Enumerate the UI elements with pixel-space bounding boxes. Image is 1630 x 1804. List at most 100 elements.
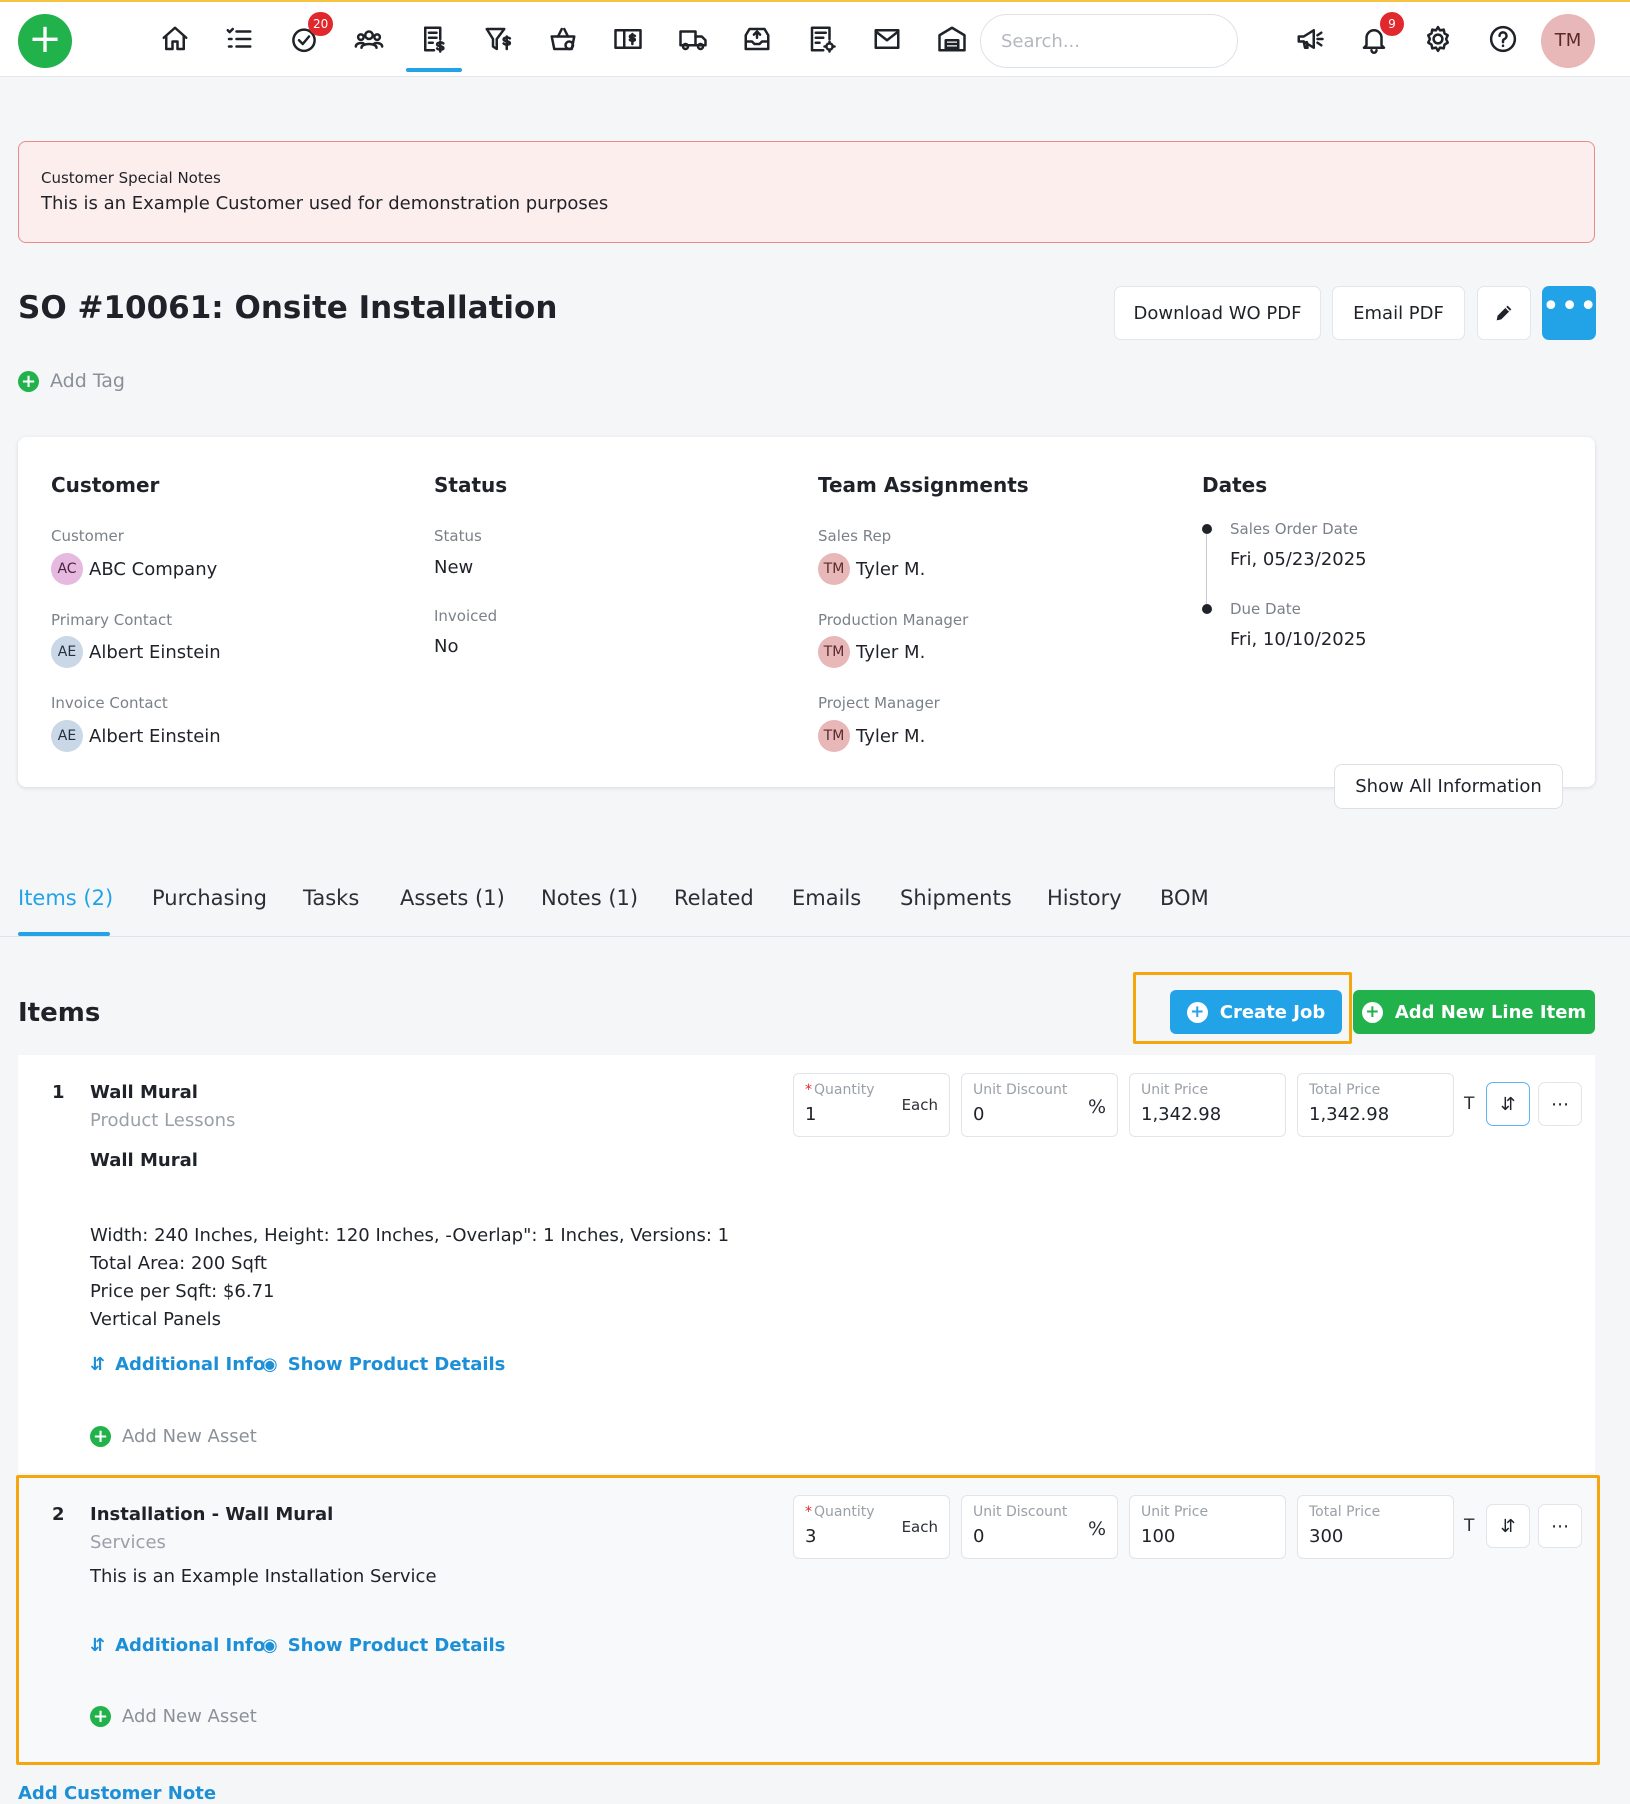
production-manager-name: Tyler M. <box>856 641 926 663</box>
add-tag-button[interactable]: + Add Tag <box>18 370 125 392</box>
sales-order-date-label: Sales Order Date <box>1230 520 1358 538</box>
plus-circle-icon: + <box>90 1426 111 1447</box>
create-job-button[interactable]: + Create Job <box>1170 990 1342 1034</box>
invoice-contact-name: Albert Einstein <box>89 725 221 747</box>
add-new-line-item-button[interactable]: + Add New Line Item <box>1353 990 1595 1034</box>
line-item-card: 1 Wall Mural Product Lessons Wall Mural … <box>18 1055 1595 1473</box>
page-title: SO #10061: Onsite Installation <box>18 290 558 326</box>
production-manager-label: Production Manager <box>818 611 969 629</box>
show-all-information-button[interactable]: Show All Information <box>1334 764 1563 809</box>
tab-history[interactable]: History <box>1047 886 1122 910</box>
add-new-asset-label: Add New Asset <box>122 1426 257 1447</box>
inbox-icon[interactable] <box>740 22 774 56</box>
item-name[interactable]: Wall Mural <box>90 1082 198 1103</box>
funnel-dollar-icon[interactable] <box>481 22 515 56</box>
additional-info-label: Additional Info <box>115 1354 266 1375</box>
tab-notes[interactable]: Notes (1) <box>541 886 638 910</box>
gear-icon[interactable] <box>1421 22 1455 56</box>
catalog-icon[interactable] <box>611 22 645 56</box>
required-marker: * <box>805 1082 812 1098</box>
plus-icon[interactable]: + <box>18 14 72 68</box>
primary-contact-name: Albert Einstein <box>89 641 221 663</box>
avatar: TM <box>818 636 850 668</box>
notes-text: This is an Example Customer used for dem… <box>41 193 609 214</box>
active-tab-indicator <box>18 932 110 936</box>
sales-rep-value[interactable]: TM Tyler M. <box>818 553 925 585</box>
basket-icon[interactable] <box>546 22 580 56</box>
customer-label: Customer <box>51 527 124 545</box>
quantity-field[interactable]: * Quantity 1 Each <box>793 1073 950 1137</box>
tab-related[interactable]: Related <box>674 886 754 910</box>
invoice-contact-label: Invoice Contact <box>51 694 168 712</box>
quantity-unit: Each <box>901 1096 938 1114</box>
help-icon[interactable] <box>1486 22 1520 56</box>
unit-discount-value: 0 <box>973 1104 985 1125</box>
timeline-dot <box>1202 604 1212 614</box>
project-manager-name: Tyler M. <box>856 725 926 747</box>
tasks-badge: 20 <box>308 12 334 36</box>
download-wo-pdf-button[interactable]: Download WO PDF <box>1114 286 1321 340</box>
invoice-contact-value[interactable]: AE Albert Einstein <box>51 720 221 752</box>
report-gear-icon[interactable] <box>805 22 839 56</box>
customer-special-notes-banner: Customer Special Notes This is an Exampl… <box>18 141 1595 243</box>
show-product-details-toggle[interactable]: ◉ Show Product Details <box>262 1354 505 1375</box>
production-manager-value[interactable]: TM Tyler M. <box>818 636 925 668</box>
pencil-icon <box>1496 305 1512 321</box>
tab-items[interactable]: Items (2) <box>18 886 113 910</box>
edit-button[interactable] <box>1477 286 1531 340</box>
timeline-dot <box>1202 524 1212 534</box>
team-heading: Team Assignments <box>818 473 1029 497</box>
tab-purchasing[interactable]: Purchasing <box>152 886 267 910</box>
dates-timeline <box>1206 530 1207 610</box>
search-input[interactable] <box>980 14 1238 68</box>
chevron-up-down-icon: ⇵ <box>90 1354 106 1375</box>
reorder-button[interactable]: ⇵ <box>1486 1082 1530 1126</box>
add-new-asset-button[interactable]: + Add New Asset <box>90 1426 257 1447</box>
tab-emails[interactable]: Emails <box>792 886 861 910</box>
customer-value[interactable]: AC ABC Company <box>51 553 217 585</box>
warehouse-icon[interactable] <box>935 22 969 56</box>
truck-icon[interactable] <box>676 22 710 56</box>
email-pdf-button[interactable]: Email PDF <box>1332 286 1465 340</box>
mail-icon[interactable] <box>870 22 904 56</box>
line-item-menu-button[interactable]: ⋯ <box>1538 1082 1582 1126</box>
avatar: AE <box>51 636 83 668</box>
plus-circle-icon: + <box>1361 1001 1383 1023</box>
add-customer-note-link[interactable]: Add Customer Note <box>18 1783 216 1804</box>
project-manager-label: Project Manager <box>818 694 940 712</box>
tab-bom[interactable]: BOM <box>1160 886 1209 910</box>
sales-rep-label: Sales Rep <box>818 527 892 545</box>
tab-shipments[interactable]: Shipments <box>900 886 1012 910</box>
total-price-field[interactable]: Total Price 1,342.98 <box>1297 1073 1454 1137</box>
users-icon[interactable] <box>352 22 386 56</box>
plus-circle-icon: + <box>1186 1001 1208 1023</box>
invoice-icon[interactable] <box>417 22 451 56</box>
line-number: 1 <box>52 1082 65 1103</box>
order-info-card: Customer Customer AC ABC Company Primary… <box>18 437 1595 787</box>
project-manager-value[interactable]: TM Tyler M. <box>818 720 925 752</box>
more-actions-button[interactable]: ••• <box>1542 286 1597 340</box>
items-heading: Items <box>18 998 101 1028</box>
add-new-line-item-label: Add New Line Item <box>1394 1001 1587 1023</box>
additional-info-toggle[interactable]: ⇵ Additional Info <box>90 1354 265 1375</box>
invoiced-label: Invoiced <box>434 607 498 625</box>
list-icon[interactable] <box>222 22 256 56</box>
tab-assets[interactable]: Assets (1) <box>400 886 505 910</box>
megaphone-icon[interactable] <box>1293 22 1327 56</box>
total-price-label: Total Price <box>1309 1082 1381 1098</box>
item-detail-line: Price per Sqft: $6.71 <box>90 1281 275 1302</box>
add-tag-label: Add Tag <box>50 370 125 392</box>
unit-discount-field[interactable]: Unit Discount 0 % <box>961 1073 1118 1137</box>
tab-tasks[interactable]: Tasks <box>303 886 359 910</box>
status-heading: Status <box>434 473 508 497</box>
user-avatar[interactable]: TM <box>1541 14 1595 68</box>
tab-bar: Items (2) Purchasing Tasks Assets (1) No… <box>0 880 1630 937</box>
invoiced-value: No <box>434 636 459 657</box>
primary-contact-value[interactable]: AE Albert Einstein <box>51 636 221 668</box>
due-date-value: Fri, 10/10/2025 <box>1230 629 1367 650</box>
home-icon[interactable] <box>158 22 192 56</box>
item-subtitle: Wall Mural <box>90 1150 198 1171</box>
avatar: AC <box>51 553 83 585</box>
unit-price-field[interactable]: Unit Price 1,342.98 <box>1129 1073 1286 1137</box>
top-navigation-bar: + 20 9 <box>0 0 1630 77</box>
